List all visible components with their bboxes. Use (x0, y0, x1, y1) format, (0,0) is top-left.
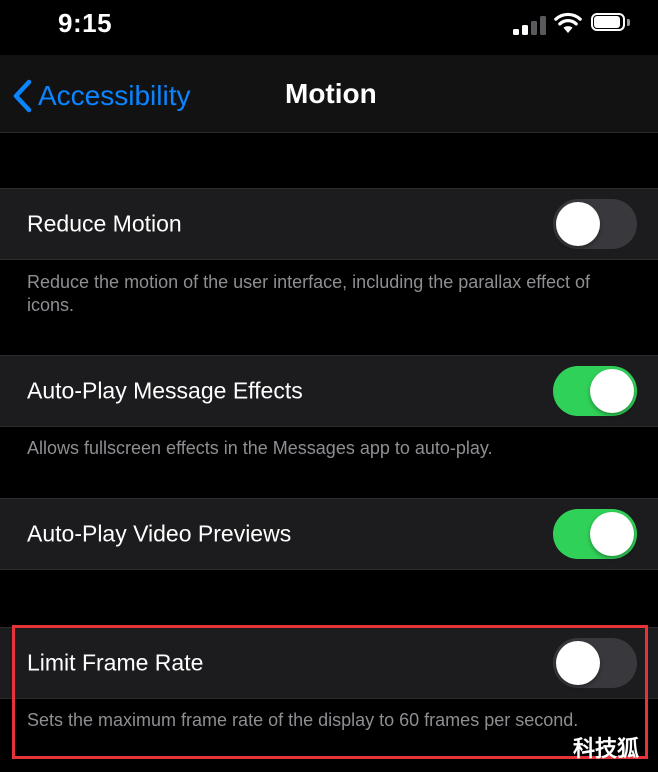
auto-play-message-effects-toggle[interactable] (553, 366, 637, 416)
setting-label: Limit Frame Rate (27, 649, 204, 676)
reduce-motion-toggle[interactable] (553, 199, 637, 249)
setting-row-auto-play-video-previews: Auto-Play Video Previews (0, 498, 658, 570)
back-button-label: Accessibility (38, 80, 191, 111)
cellular-signal-icon (513, 15, 547, 35)
status-time: 9:15 (58, 8, 113, 38)
setting-row-auto-play-message-effects: Auto-Play Message Effects (0, 355, 658, 427)
setting-label: Reduce Motion (27, 210, 182, 237)
toggle-knob (556, 202, 600, 246)
auto-play-video-previews-toggle[interactable] (553, 509, 637, 559)
limit-frame-rate-toggle[interactable] (553, 638, 637, 688)
battery-icon (591, 13, 631, 33)
watermark: 科技狐 (573, 736, 640, 761)
toggle-knob (556, 641, 600, 685)
setting-row-reduce-motion: Reduce Motion (0, 188, 658, 260)
setting-label: Auto-Play Video Previews (27, 520, 292, 547)
setting-footer: Reduce the motion of the user interface,… (27, 272, 591, 315)
wifi-icon (554, 12, 582, 33)
setting-label: Auto-Play Message Effects (27, 377, 303, 404)
toggle-knob (590, 369, 634, 413)
page-title: Motion (285, 78, 377, 109)
setting-footer: Sets the maximum frame rate of the displ… (27, 710, 579, 730)
toggle-knob (590, 512, 634, 556)
back-button[interactable]: Accessibility (12, 78, 190, 114)
setting-row-limit-frame-rate: Limit Frame Rate (0, 627, 658, 699)
setting-footer: Allows fullscreen effects in the Message… (27, 438, 493, 458)
chevron-left-icon (13, 79, 32, 113)
